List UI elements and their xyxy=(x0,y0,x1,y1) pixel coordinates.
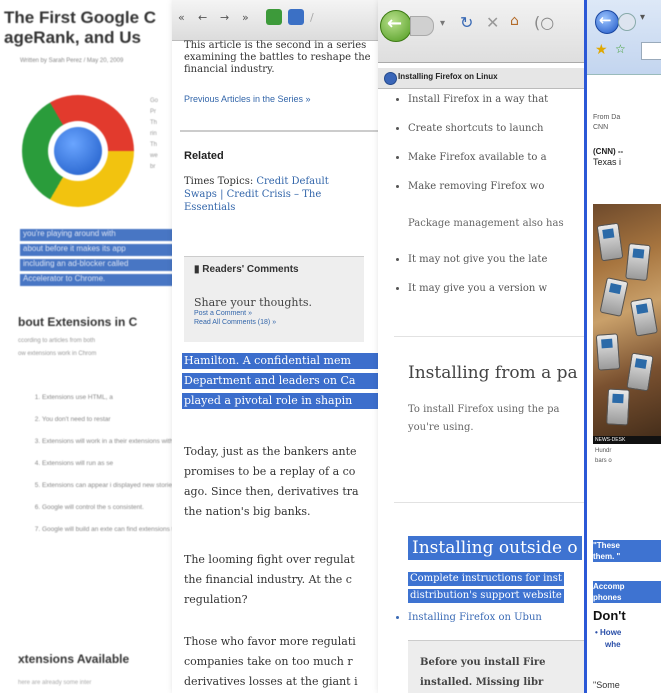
dont-miss-link[interactable]: • Howe xyxy=(595,628,621,637)
article-paragraph: Today, just as the bankers ante promises… xyxy=(184,445,359,518)
firefox-window: ▾ ↻ ✕ ⌂ (○ Installing Firefox on Linux I… xyxy=(378,0,594,693)
back-button[interactable] xyxy=(595,10,619,34)
photo-caption: Hundr xyxy=(595,448,612,454)
tab-installing-firefox[interactable]: Installing Firefox on Linux xyxy=(378,68,594,89)
note-line-2: installed. Missing libr xyxy=(420,677,544,688)
ie-toolbar: ▾ ★ ☆ xyxy=(587,0,661,75)
cellphones-photo xyxy=(593,204,661,444)
history-dropdown-icon[interactable]: ▾ xyxy=(440,18,445,29)
photo-caption: bars o xyxy=(595,458,612,464)
package-text-1: To install Firefox using the pa xyxy=(408,404,560,415)
blog-section-heading: bout Extensions in C xyxy=(18,315,138,329)
support-website-link[interactable]: distribution's support website xyxy=(408,589,564,603)
blog-highlighted-text: you're playing around with about before … xyxy=(20,229,185,289)
add-favorites-icon[interactable]: ☆ xyxy=(615,42,626,56)
series-intro: This article is the second in a series e… xyxy=(184,40,371,75)
refresh-icon[interactable] xyxy=(266,9,282,25)
blog-list: Extensions use HTML, a You don't need to… xyxy=(4,392,185,546)
ubuntu-link[interactable]: Installing Firefox on Ubun xyxy=(408,612,594,623)
home-icon[interactable] xyxy=(288,9,304,25)
divider xyxy=(394,502,594,503)
times-article-window: « ← → » / This article is the second in … xyxy=(172,0,382,693)
blog-title: The First Google C ageRank, and Us xyxy=(4,8,157,47)
readers-comments-box: ▮ Readers' Comments Share your thoughts.… xyxy=(184,256,364,342)
list-item: Install Firefox in a way that xyxy=(408,94,594,105)
first-page-icon[interactable]: « xyxy=(178,11,185,24)
list-item: Google will control the s consistent. xyxy=(42,502,185,513)
lead-line-2: Texas i xyxy=(593,157,622,167)
lead-line-1: (CNN) -- xyxy=(593,147,624,156)
favorites-star-icon[interactable]: ★ xyxy=(595,42,608,58)
heading-installing-outside: Installing outside o xyxy=(408,536,582,560)
tab-strip[interactable] xyxy=(641,42,661,60)
caveats-list: It may not give you the late It may give… xyxy=(394,254,594,294)
chevron-down-icon[interactable]: ▾ xyxy=(640,12,645,23)
share-thoughts: Share your thoughts. xyxy=(194,296,313,309)
accomplice-highlight: Accomp phones xyxy=(593,581,661,603)
ie-window: ▾ ★ ☆ From Da CNN (CNN) -- Texas i NEWS-… xyxy=(584,0,661,693)
stop-icon[interactable]: ✕ xyxy=(486,13,499,32)
list-item: Google will build an exte can find exten… xyxy=(42,524,185,535)
divider xyxy=(394,336,594,337)
package-text-2: you're using. xyxy=(408,422,474,433)
article-paragraph: The looming fight over regulat the finan… xyxy=(184,553,355,606)
complete-instructions-link[interactable]: Complete instructions for inst xyxy=(408,572,564,586)
list-item: It may give you a version w xyxy=(408,283,594,294)
firefox-toolbar: ▾ ↻ ✕ ⌂ (○ xyxy=(378,0,594,63)
quote-text: "Some xyxy=(593,680,620,690)
blog-intro: ccording to articles from both ow extens… xyxy=(18,338,97,357)
reader-toolbar: « ← → » / xyxy=(172,0,382,41)
list-item: Extensions will work in a their extensio… xyxy=(42,436,185,447)
times-topics: Times Topics: Credit Default Swaps | Cre… xyxy=(184,176,329,213)
quote-highlight: "These them. " xyxy=(593,540,661,562)
forward-button[interactable] xyxy=(618,13,636,31)
divider xyxy=(180,130,380,132)
photo-credit-bar: NEWS-DESK xyxy=(593,436,661,444)
selected-text: Hamilton. A confidential mem Department … xyxy=(182,353,382,413)
back-arrow-icon[interactable]: ← xyxy=(198,11,207,24)
source: CNN xyxy=(593,124,609,131)
readers-comments-heading: ▮ Readers' Comments xyxy=(194,264,299,275)
heading-installing-package: Installing from a pa xyxy=(408,363,578,383)
blog-section-heading-2: xtensions Available xyxy=(18,652,130,666)
tab-label: Installing Firefox on Linux xyxy=(398,72,498,81)
stop-icon[interactable]: / xyxy=(310,11,314,24)
list-item: Extensions can appear i displayed new st… xyxy=(42,480,185,491)
home-icon[interactable]: ⌂ xyxy=(510,13,519,29)
note-line-1: Before you install Fire xyxy=(420,657,546,668)
requirements-list: Install Firefox in a way that Create sho… xyxy=(394,94,594,192)
read-comments-link[interactable]: Read All Comments (18) » xyxy=(194,319,276,326)
article-paragraph: Those who favor more regulati companies … xyxy=(184,635,358,688)
firefox-tab-icon xyxy=(384,72,397,85)
ubuntu-list: Installing Firefox on Ubun xyxy=(394,612,594,623)
dateline: From Da xyxy=(593,114,621,121)
list-item: Extensions will run as se xyxy=(42,458,185,469)
note-box: Before you install Fire installed. Missi… xyxy=(408,640,594,693)
back-button[interactable] xyxy=(380,10,412,42)
dont-miss-heading: Don't xyxy=(593,608,626,623)
list-item: Extensions use HTML, a xyxy=(42,392,185,403)
blog-meta: Written by Sarah Perez / May 20, 2009 xyxy=(20,58,124,64)
chrome-blog-window: The First Google C ageRank, and Us Writt… xyxy=(0,0,185,693)
list-item: It may not give you the late xyxy=(408,254,594,265)
forward-button[interactable] xyxy=(410,16,434,36)
address-bar-icon[interactable]: (○ xyxy=(534,13,554,32)
previous-articles-link[interactable]: Previous Articles in the Series » xyxy=(184,94,311,104)
forward-arrow-icon[interactable]: → xyxy=(220,11,229,24)
blog-tail-text: here are already some inter xyxy=(18,680,92,686)
post-comment-link[interactable]: Post a Comment » xyxy=(194,310,252,317)
related-heading: Related xyxy=(184,150,224,162)
reload-icon[interactable]: ↻ xyxy=(460,13,473,32)
list-item: Make removing Firefox wo xyxy=(408,181,594,192)
last-page-icon[interactable]: » xyxy=(242,11,249,24)
list-item: You don't need to restar xyxy=(42,414,185,425)
list-item: Create shortcuts to launch xyxy=(408,123,594,134)
package-management-text: Package management also has xyxy=(408,218,564,229)
dont-miss-link-cont[interactable]: whe xyxy=(605,640,621,649)
chrome-logo-icon xyxy=(22,95,134,207)
list-item: Make Firefox available to a xyxy=(408,152,594,163)
